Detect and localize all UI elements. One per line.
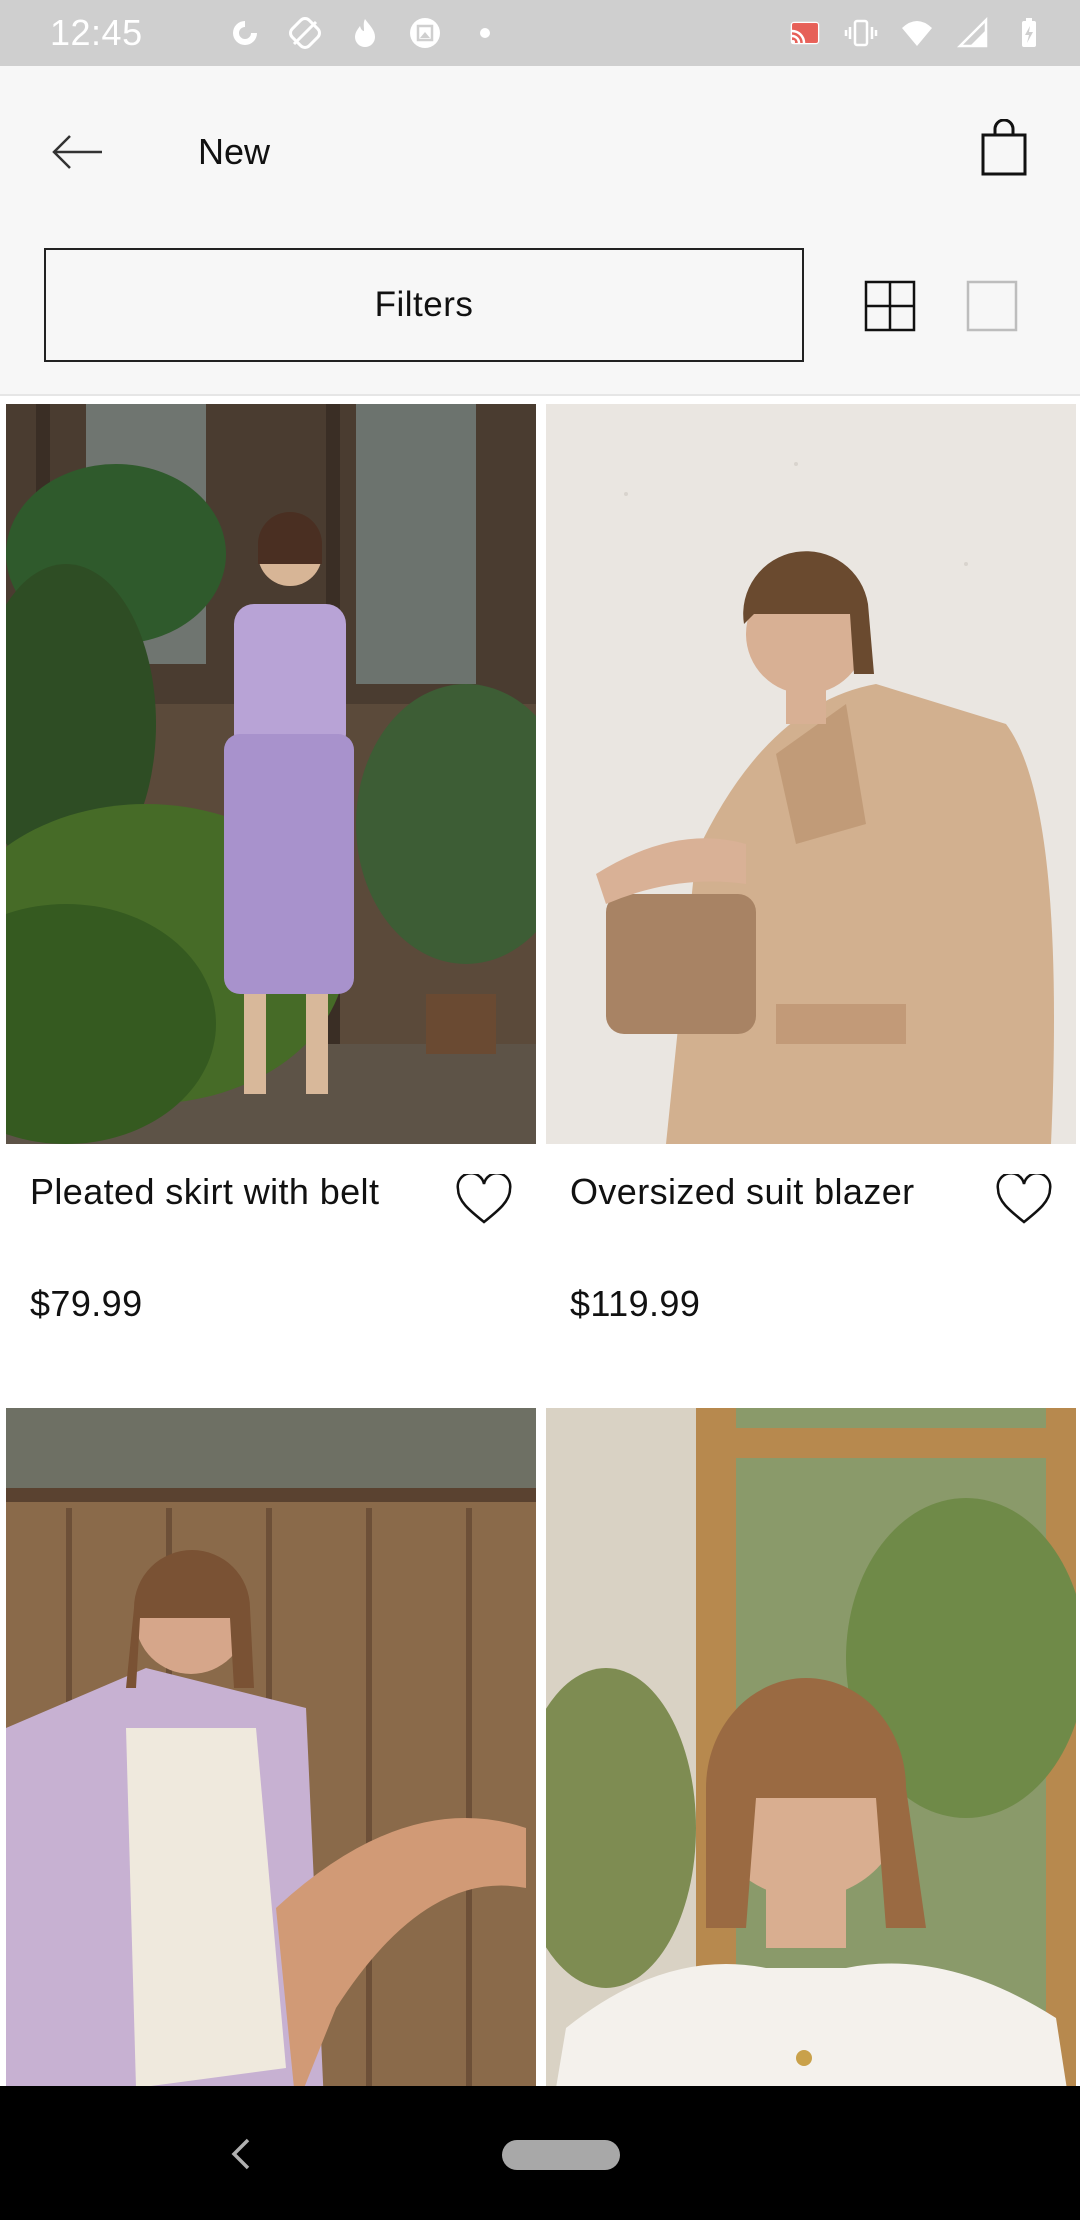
- filters-button[interactable]: Filters: [44, 248, 804, 362]
- grid-view-icon: [864, 280, 916, 332]
- status-left-icons: [228, 16, 502, 50]
- app-header: New Filters: [0, 66, 1080, 396]
- product-info: Pleated skirt with belt $79.99: [6, 1144, 536, 1384]
- shopping-bag-icon: [981, 119, 1027, 176]
- status-time: 12:45: [50, 12, 143, 53]
- screen: 12:45 New Filters Pleated skirt with bel…: [0, 0, 1080, 2220]
- product-image[interactable]: [6, 1408, 536, 2086]
- shopping-bag-button[interactable]: [966, 110, 1042, 186]
- product-grid: Pleated skirt with belt $79.99 Oversized…: [0, 396, 1080, 2086]
- heart-icon: [996, 1174, 1052, 1224]
- heart-icon: [456, 1174, 512, 1224]
- grid-view-button[interactable]: [862, 278, 918, 334]
- product-name[interactable]: Oversized suit blazer: [570, 1164, 970, 1220]
- product-price: $79.99: [30, 1283, 143, 1324]
- status-bar: 12:45: [0, 0, 1080, 66]
- wishlist-button[interactable]: [992, 1168, 1056, 1232]
- product-info: Oversized suit blazer $119.99: [546, 1144, 1076, 1384]
- system-back-button[interactable]: [216, 2126, 266, 2182]
- product-card[interactable]: Pleated skirt with belt $79.99: [6, 404, 536, 1384]
- arrow-left-icon: [52, 135, 102, 169]
- product-card[interactable]: [6, 1408, 536, 2086]
- product-name[interactable]: Pleated skirt with belt: [30, 1164, 430, 1220]
- product-image[interactable]: [546, 1408, 1076, 2086]
- single-view-button[interactable]: [964, 278, 1020, 334]
- system-nav-bar: [0, 2086, 1080, 2220]
- vibrate-icon: [844, 16, 878, 50]
- dot-icon: [468, 16, 502, 50]
- product-card[interactable]: [546, 1408, 1076, 2086]
- product-card[interactable]: Oversized suit blazer $119.99: [546, 404, 1076, 1384]
- back-button[interactable]: [40, 114, 116, 190]
- photo-app-icon: [408, 16, 442, 50]
- page-title: New: [198, 131, 271, 172]
- wifi-icon: [900, 16, 934, 50]
- data-saver-icon: [228, 16, 262, 50]
- single-view-icon: [966, 280, 1018, 332]
- wishlist-button[interactable]: [452, 1168, 516, 1232]
- signal-icon: [956, 16, 990, 50]
- product-image[interactable]: [546, 404, 1076, 1144]
- product-image[interactable]: [6, 404, 536, 1144]
- crossed-app-icon: [288, 16, 322, 50]
- cast-icon: [788, 16, 822, 50]
- flame-icon: [348, 16, 382, 50]
- battery-charging-icon: [1012, 16, 1046, 50]
- system-home-button[interactable]: [502, 2140, 620, 2170]
- status-right-icons: [788, 16, 1046, 50]
- product-price: $119.99: [570, 1283, 701, 1324]
- chevron-left-icon: [231, 2138, 250, 2170]
